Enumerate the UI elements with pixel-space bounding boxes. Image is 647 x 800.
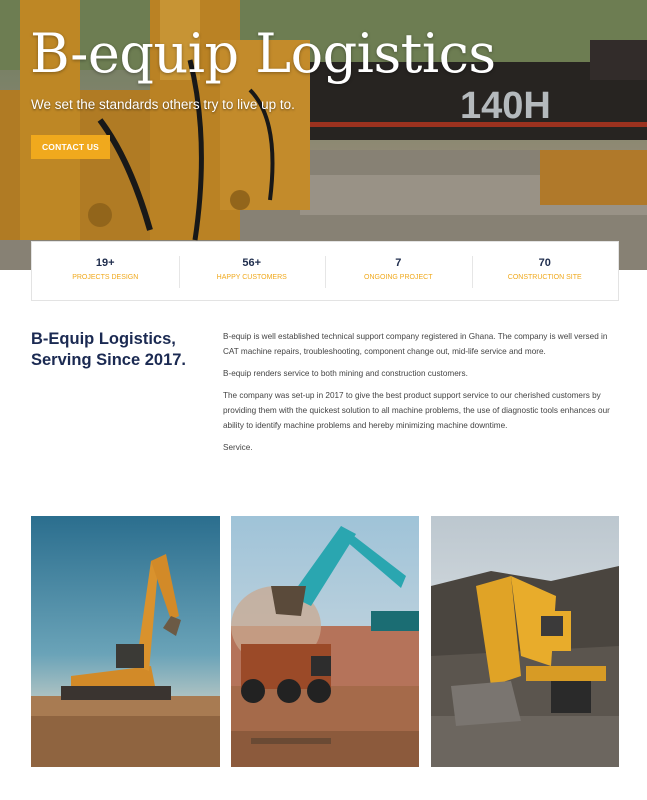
stat-construction-site: 70 CONSTRUCTION SITE [471,242,619,300]
about-heading: B-Equip Logistics, Serving Since 2017. [31,330,187,369]
stat-value: 56+ [242,257,262,269]
stat-ongoing-project: 7 ONGOING PROJECT [325,242,472,300]
stat-label: HAPPY CUSTOMERS [216,274,287,281]
stat-label: ONGOING PROJECT [364,274,433,281]
about-paragraph: The company was set-up in 2017 to give t… [223,391,610,430]
stat-value: 70 [538,257,551,269]
excavator-sunset-image [31,516,220,767]
stat-label: CONSTRUCTION SITE [507,274,582,281]
about-text: B-equip is well established technical su… [223,330,621,464]
hero-banner: 140H B-equip Logistics We set the standa… [0,0,647,270]
hero-title: B-equip Logistics [30,22,496,85]
stat-projects-design: 19+ PROJECTS DESIGN [32,242,179,300]
stat-value: 7 [395,257,402,269]
stat-happy-customers: 56+ HAPPY CUSTOMERS [178,242,326,300]
hero-subtitle: We set the standards others try to live … [31,97,295,112]
about-paragraph: B-equip is well established technical su… [223,332,608,356]
stat-value: 19+ [95,257,115,269]
about-paragraph: B-equip renders service to both mining a… [223,369,468,379]
excavator-dump-truck-image [231,516,419,767]
yellow-loader-quarry-image [431,516,619,767]
about-paragraph: Service. [223,443,253,453]
stat-label: PROJECTS DESIGN [72,274,139,281]
stats-bar: 19+ PROJECTS DESIGN 56+ HAPPY CUSTOMERS … [31,241,619,301]
contact-us-button[interactable]: CONTACT US [31,135,110,159]
